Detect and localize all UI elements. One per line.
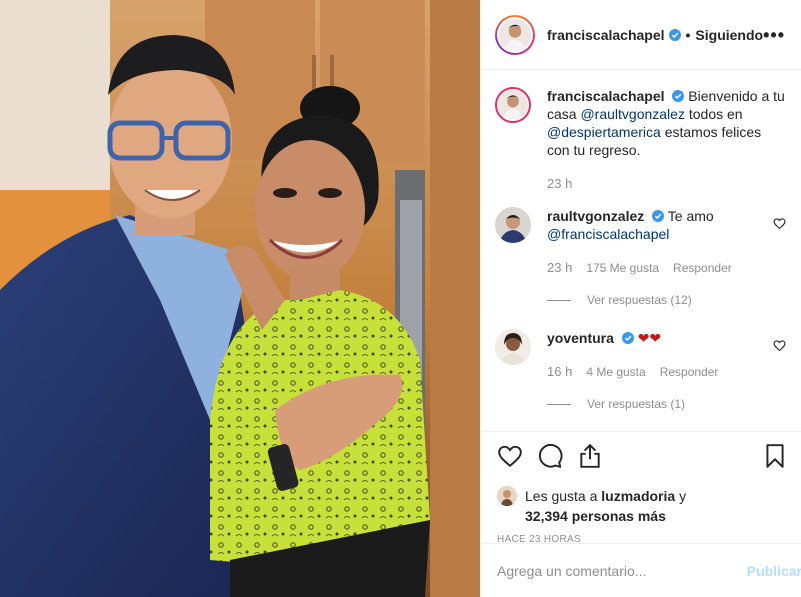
comment-item: yoventura ❤❤ 16 h 4 Me gusta Responder V…	[495, 329, 786, 413]
post-image	[0, 0, 480, 597]
profile-photo-icon	[499, 18, 531, 51]
likes-summary: Les gusta a luzmadoria y 32,394 personas…	[497, 486, 788, 526]
post-photo[interactable]	[0, 0, 480, 597]
comment-username[interactable]: raultvgonzalez	[547, 208, 644, 224]
verified-badge-icon	[621, 332, 634, 344]
following-button[interactable]: Siguiendo	[695, 27, 763, 43]
comment-timestamp[interactable]: 16 h	[547, 363, 572, 381]
replies-divider	[547, 299, 571, 301]
post-sidebar: franciscalachapel • Siguiendo ••• franci…	[480, 0, 801, 597]
like-comment-heart-icon[interactable]	[773, 217, 786, 230]
likes-connector: y	[679, 488, 687, 504]
likes-others-count[interactable]: 32,394 personas más	[525, 508, 666, 524]
view-replies-button[interactable]: Ver respuestas (1)	[547, 395, 718, 413]
liker-username[interactable]: luzmadoria	[601, 488, 675, 504]
profile-photo-icon	[498, 90, 528, 120]
verified-badge-icon	[652, 210, 665, 222]
comment-text: ❤❤	[637, 330, 662, 346]
like-heart-icon[interactable]	[497, 443, 523, 469]
publish-button[interactable]: Publicar	[747, 563, 801, 579]
separator-dot: •	[685, 26, 691, 43]
liker-avatar[interactable]	[497, 486, 517, 506]
caption: franciscalachapel Bienvenido a tu casa @…	[495, 87, 786, 193]
comment-bubble-icon[interactable]	[537, 443, 563, 469]
profile-photo-icon	[497, 486, 517, 506]
comment-timestamp[interactable]: 23 h	[547, 259, 572, 277]
view-replies-label: Ver respuestas (1)	[587, 397, 686, 411]
caption-avatar[interactable]	[495, 87, 531, 123]
likes-prefix: Les gusta a	[525, 488, 598, 504]
save-bookmark-icon[interactable]	[762, 443, 788, 469]
like-comment-heart-icon[interactable]	[773, 339, 786, 352]
caption-text-2: todos en	[688, 106, 743, 122]
verified-badge-icon	[672, 90, 685, 102]
commenter-avatar[interactable]	[495, 207, 531, 243]
post-header: franciscalachapel • Siguiendo •••	[481, 0, 801, 70]
author-username[interactable]: franciscalachapel	[547, 27, 665, 43]
share-icon[interactable]	[577, 443, 603, 469]
comment-username[interactable]: yoventura	[547, 330, 614, 346]
mention-link[interactable]: @franciscalachapel	[547, 226, 669, 242]
comment-likes-count[interactable]: 4 Me gusta	[586, 363, 645, 381]
comment-text: Te amo	[667, 208, 714, 224]
mention-link[interactable]: @raultvgonzalez	[580, 106, 685, 122]
reply-button[interactable]: Responder	[660, 363, 719, 381]
comment-item: raultvgonzalez Te amo @franciscalachapel…	[495, 207, 786, 309]
caption-timestamp[interactable]: 23 h	[547, 175, 572, 193]
replies-divider	[547, 403, 571, 405]
add-comment-bar: Publicar	[481, 543, 801, 597]
view-replies-button[interactable]: Ver respuestas (12)	[547, 291, 764, 309]
action-bar	[497, 442, 788, 470]
profile-photo-icon	[495, 329, 531, 365]
profile-photo-icon	[495, 207, 531, 243]
commenter-avatar[interactable]	[495, 329, 531, 365]
verified-badge-icon	[668, 28, 681, 41]
author-avatar[interactable]	[495, 14, 535, 55]
reply-button[interactable]: Responder	[673, 259, 732, 277]
more-options-icon[interactable]: •••	[763, 26, 785, 44]
post-actions: Les gusta a luzmadoria y 32,394 personas…	[481, 431, 801, 545]
view-replies-label: Ver respuestas (12)	[587, 293, 692, 307]
caption-username[interactable]: franciscalachapel	[547, 88, 665, 104]
comment-input[interactable]	[497, 562, 747, 579]
comment-likes-count[interactable]: 175 Me gusta	[586, 259, 659, 277]
mention-link[interactable]: @despiertamerica	[547, 124, 661, 140]
comments-list[interactable]: franciscalachapel Bienvenido a tu casa @…	[481, 71, 801, 431]
